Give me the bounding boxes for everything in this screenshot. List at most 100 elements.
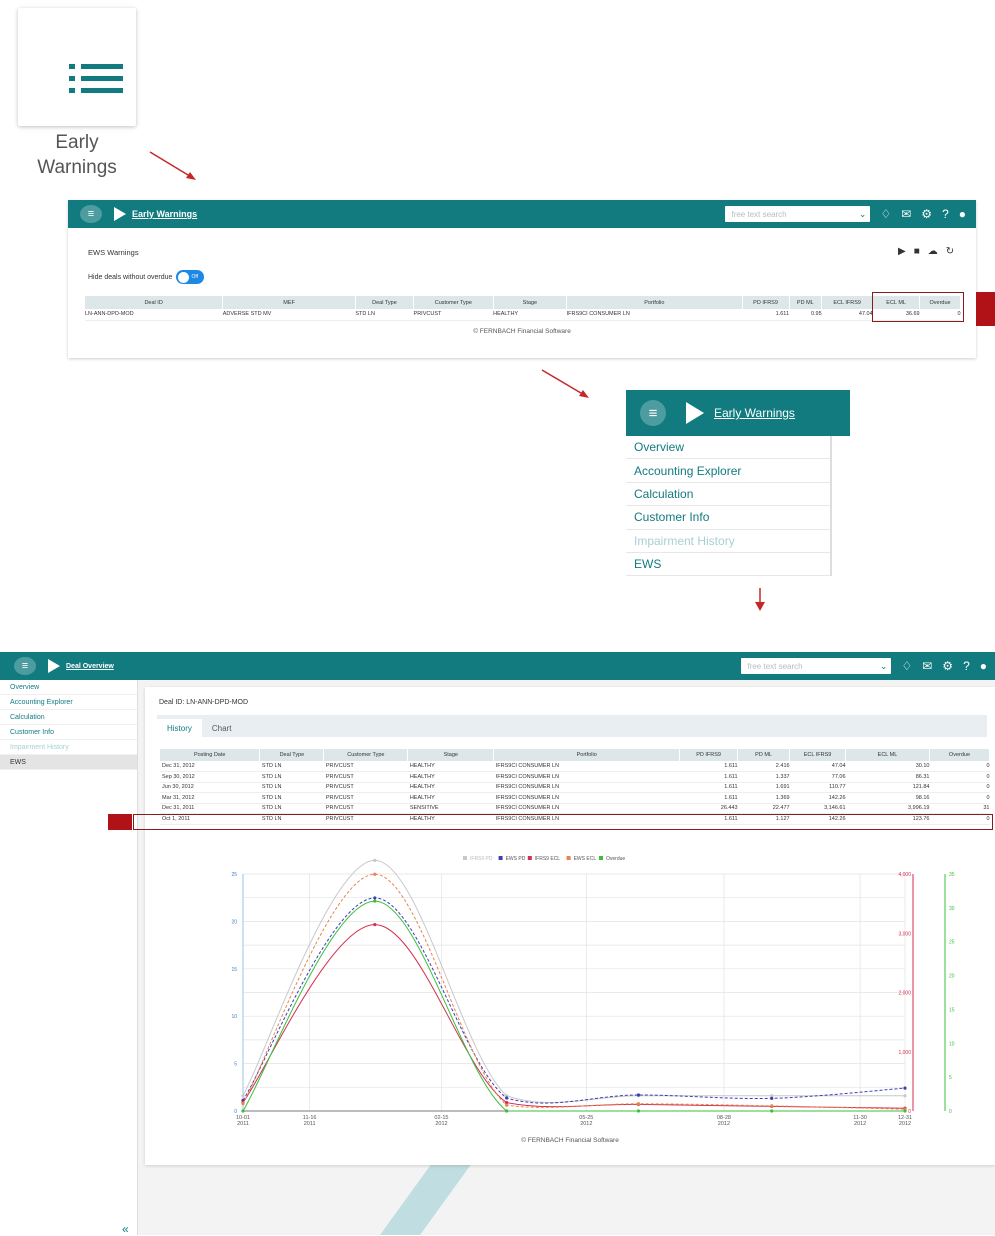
sidebar-item-calculation[interactable]: Calculation bbox=[0, 710, 137, 725]
table-row[interactable]: LN-ANN-DPD-MOD ADVERSE STD MV STD LN PRI… bbox=[85, 309, 961, 321]
y-tick-label: 5 bbox=[234, 1062, 237, 1068]
sidebar-item-overview[interactable]: Overview bbox=[0, 680, 137, 695]
search-placeholder: free text search bbox=[731, 209, 787, 219]
col-pd-ifrs9[interactable]: PD IFRS9 bbox=[679, 749, 739, 761]
x-tick-label: 2012 bbox=[899, 1121, 911, 1127]
cell: PRIVCUST bbox=[323, 803, 408, 814]
y-tick-label: 10 bbox=[231, 1014, 237, 1020]
col-posting-date[interactable]: Posting Date bbox=[160, 749, 261, 761]
chevron-down-icon[interactable]: ⌄ bbox=[880, 661, 888, 672]
col-ecl-ifrs9[interactable]: ECL IFRS9 bbox=[789, 749, 847, 761]
sidebar-item-impairment-history[interactable]: Impairment History bbox=[0, 740, 137, 755]
cloud-icon[interactable]: ☁ bbox=[928, 246, 938, 257]
table-row[interactable]: Mar 31, 2012 STD LN PRIVCUST HEALTHY IFRS9CI… bbox=[160, 792, 990, 804]
play-icon[interactable]: ▶ bbox=[898, 246, 906, 257]
menu-icon[interactable]: ≡ bbox=[640, 400, 666, 426]
gear-icon[interactable]: ⚙ bbox=[942, 659, 953, 673]
col-customer-type[interactable]: Customer Type bbox=[323, 749, 409, 761]
col-deal-id[interactable]: Deal ID bbox=[85, 296, 224, 309]
menu-item-customer-info[interactable]: Customer Info bbox=[626, 506, 830, 530]
cell: 47.04 bbox=[789, 761, 846, 772]
help-icon[interactable]: ? bbox=[942, 207, 949, 221]
cell: 0 bbox=[929, 782, 990, 793]
cell: 2.416 bbox=[737, 761, 790, 772]
table-row[interactable]: Dec 31, 2011 STD LN PRIVCUST SENSITIVE IFRS9… bbox=[160, 803, 990, 814]
arrow-2-head bbox=[579, 390, 589, 398]
data-point bbox=[903, 1086, 907, 1090]
data-point bbox=[770, 1109, 774, 1113]
data-point bbox=[903, 1109, 907, 1113]
menu-item-overview[interactable]: Overview bbox=[626, 436, 830, 460]
cell: 77.06 bbox=[789, 771, 846, 783]
cell: LN-ANN-DPD-MOD bbox=[85, 309, 223, 321]
bell-icon[interactable]: ♢ bbox=[901, 659, 912, 673]
sidebar: Overview Accounting Explorer Calculation… bbox=[0, 680, 138, 1236]
tab-history[interactable]: History bbox=[157, 719, 202, 737]
hide-deals-toggle[interactable]: Off bbox=[176, 270, 205, 284]
col-ecl-ml[interactable]: ECL ML bbox=[845, 749, 930, 761]
cell: Dec 31, 2012 bbox=[160, 761, 260, 772]
hide-deals-toggle-row: Hide deals without overdue Off bbox=[88, 270, 205, 284]
sidebar-item-ews[interactable]: EWS bbox=[0, 755, 137, 770]
user-icon[interactable]: ● bbox=[959, 207, 966, 221]
toggle-label: Hide deals without overdue bbox=[88, 273, 173, 281]
col-pd-ml[interactable]: PD ML bbox=[737, 749, 791, 761]
early-warnings-panel: ≡ Early Warnings free text search ⌄ ♢ ✉ … bbox=[68, 200, 976, 358]
menu-item-accounting-explorer[interactable]: Accounting Explorer bbox=[626, 459, 830, 483]
gear-icon[interactable]: ⚙ bbox=[921, 207, 932, 221]
brand-link[interactable]: Early Warnings bbox=[132, 209, 197, 219]
cell: IFRS9CI CONSUMER LN bbox=[493, 792, 680, 804]
table-row[interactable]: Jun 30, 2012 STD LN PRIVCUST HEALTHY IFRS9CI… bbox=[160, 782, 990, 793]
arrow-1 bbox=[149, 151, 194, 179]
sidebar-item-customer-info[interactable]: Customer Info bbox=[0, 725, 137, 740]
menu-item-impairment-history[interactable]: Impairment History bbox=[626, 530, 830, 553]
col-ecl-ifrs9[interactable]: ECL IFRS9 bbox=[821, 296, 874, 309]
y-tick-label: 0 bbox=[234, 1109, 237, 1115]
menu-item-calculation[interactable]: Calculation bbox=[626, 483, 830, 507]
chevron-down-icon[interactable]: ⌄ bbox=[859, 209, 867, 220]
help-icon[interactable]: ? bbox=[963, 659, 970, 673]
y-right-tick-label: 1,000 bbox=[898, 1050, 911, 1056]
table-row[interactable]: Sep 30, 2012 STD LN PRIVCUST HEALTHY IFRS9CI… bbox=[160, 771, 990, 783]
col-stage[interactable]: Stage bbox=[407, 749, 495, 761]
tab-chart[interactable]: Chart bbox=[202, 719, 242, 737]
x-tick-label: 2012 bbox=[435, 1121, 447, 1127]
brand-link[interactable]: Early Warnings bbox=[714, 406, 795, 420]
sidebar-item-accounting-explorer[interactable]: Accounting Explorer bbox=[0, 695, 137, 710]
col-portfolio[interactable]: Portfolio bbox=[566, 296, 743, 309]
arrow-1-head bbox=[186, 172, 196, 180]
mail-icon[interactable]: ✉ bbox=[901, 207, 911, 221]
refresh-icon[interactable]: ↻ bbox=[946, 246, 954, 257]
mail-icon[interactable]: ✉ bbox=[922, 659, 932, 673]
arrow-2 bbox=[541, 369, 587, 397]
col-deal-type[interactable]: Deal Type bbox=[355, 296, 415, 309]
menu-icon[interactable]: ≡ bbox=[80, 205, 102, 223]
cell: PRIVCUST bbox=[323, 761, 408, 772]
search-input[interactable]: free text search ⌄ bbox=[725, 206, 871, 222]
data-point bbox=[636, 1093, 641, 1097]
col-portfolio[interactable]: Portfolio bbox=[493, 749, 681, 761]
stop-icon[interactable]: ■ bbox=[914, 246, 920, 257]
top-bar: ≡ Deal Overview free text search ⌄ ♢ ✉ ⚙… bbox=[0, 652, 995, 680]
col-overdue[interactable]: Overdue bbox=[929, 749, 991, 761]
toggle-knob bbox=[178, 271, 190, 283]
col-pd-ml[interactable]: PD ML bbox=[789, 296, 823, 309]
menu-icon[interactable]: ≡ bbox=[14, 657, 36, 675]
cell: STD LN bbox=[259, 782, 324, 793]
menu-item-ews[interactable]: EWS bbox=[626, 553, 830, 577]
user-icon[interactable]: ● bbox=[980, 659, 987, 673]
table-row[interactable]: Dec 31, 2012 STD LN PRIVCUST HEALTHY IFRS9CI… bbox=[160, 761, 990, 772]
deal-id-label: Deal ID: LN-ANN-DPD-MOD bbox=[159, 699, 249, 706]
search-input[interactable]: free text search ⌄ bbox=[741, 658, 892, 674]
col-mef[interactable]: MEF bbox=[222, 296, 356, 309]
col-pd-ifrs9[interactable]: PD IFRS9 bbox=[742, 296, 790, 309]
col-stage[interactable]: Stage bbox=[493, 296, 568, 309]
legend-label: Overdue bbox=[606, 856, 625, 862]
bell-icon[interactable]: ♢ bbox=[880, 207, 891, 221]
brand-link[interactable]: Deal Overview bbox=[66, 663, 114, 670]
col-customer-type[interactable]: Customer Type bbox=[413, 296, 494, 309]
col-deal-type[interactable]: Deal Type bbox=[259, 749, 325, 761]
y-right-tick-label: 2,000 bbox=[898, 991, 911, 997]
cell: 3,996.19 bbox=[845, 803, 930, 814]
collapse-sidebar-icon[interactable]: « bbox=[122, 1222, 129, 1236]
